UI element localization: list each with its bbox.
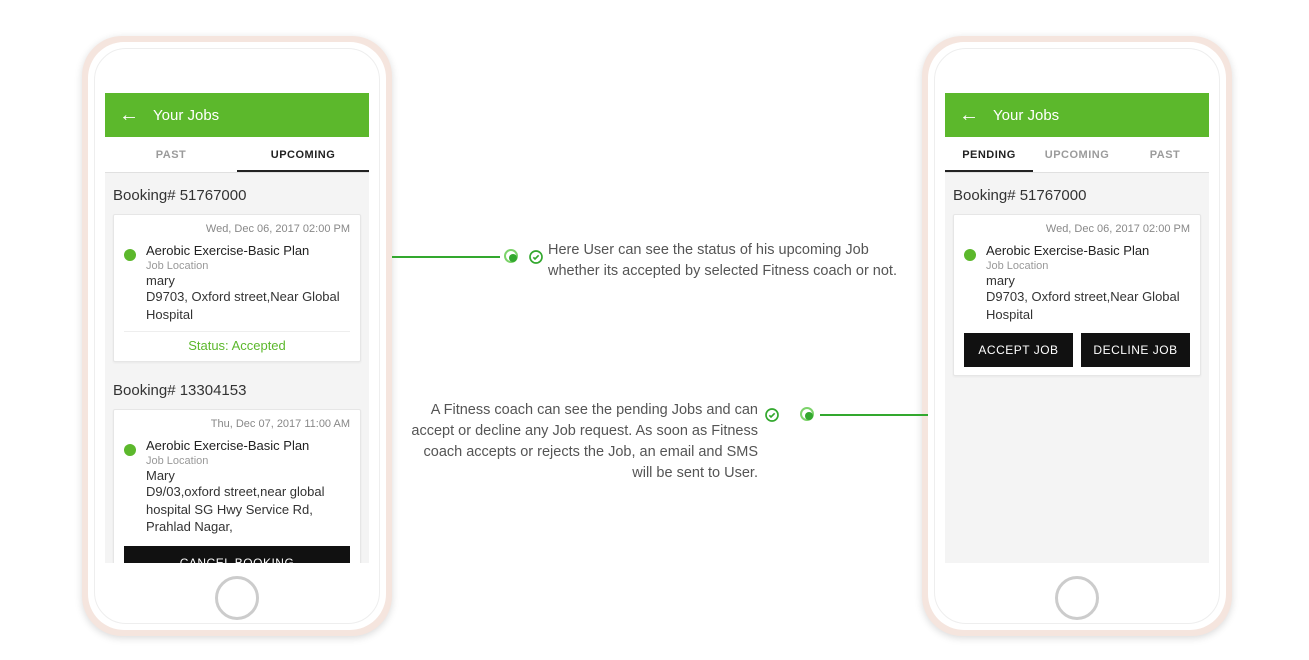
- plan-name: Aerobic Exercise-Basic Plan: [986, 243, 1190, 258]
- booking-header-2: Booking# 13304153: [105, 372, 369, 405]
- screen-right: ← Your Jobs PENDING UPCOMING PAST Bookin…: [945, 93, 1209, 563]
- phone-frame: ← Your Jobs PAST UPCOMING Booking# 51767…: [94, 48, 380, 624]
- location-address: D9/03,oxford street,near global hospital…: [146, 483, 350, 536]
- location-address: D9703, Oxford street,Near Global Hospita…: [146, 288, 350, 323]
- content-right: Booking# 51767000 Wed, Dec 06, 2017 02:0…: [945, 173, 1209, 376]
- home-button[interactable]: [215, 576, 259, 620]
- status-dot-icon: [124, 249, 136, 261]
- tab-past[interactable]: PAST: [105, 137, 237, 172]
- connector-dot-1: [504, 249, 518, 263]
- card-body: Aerobic Exercise-Basic Plan Job Location…: [124, 438, 350, 536]
- content-left: Booking# 51767000 Wed, Dec 06, 2017 02:0…: [105, 173, 369, 563]
- cancel-booking-button[interactable]: CANCEL BOOKING: [124, 546, 350, 563]
- button-row: CANCEL BOOKING: [124, 546, 350, 563]
- appbar: ← Your Jobs: [945, 93, 1209, 137]
- button-row: ACCEPT JOB DECLINE JOB: [964, 333, 1190, 367]
- back-arrow-icon[interactable]: ←: [119, 105, 139, 125]
- booking-card-1: Wed, Dec 06, 2017 02:00 PM Aerobic Exerc…: [113, 214, 361, 362]
- annotation-user-status: Here User can see the status of his upco…: [548, 240, 898, 282]
- location-name: mary: [146, 273, 350, 288]
- plan-name: Aerobic Exercise-Basic Plan: [146, 243, 350, 258]
- location-name: Mary: [146, 468, 350, 483]
- booking-date: Wed, Dec 06, 2017 02:00 PM: [964, 223, 1190, 235]
- location-name: mary: [986, 273, 1190, 288]
- booking-header: Booking# 51767000: [945, 177, 1209, 210]
- appbar: ← Your Jobs: [105, 93, 369, 137]
- tab-past[interactable]: PAST: [1121, 137, 1209, 172]
- appbar-title: Your Jobs: [993, 107, 1059, 124]
- card-info: Aerobic Exercise-Basic Plan Job Location…: [146, 438, 350, 536]
- tabs-right: PENDING UPCOMING PAST: [945, 137, 1209, 173]
- card-body: Aerobic Exercise-Basic Plan Job Location…: [124, 243, 350, 323]
- check-icon: [764, 407, 780, 423]
- tab-pending[interactable]: PENDING: [945, 137, 1033, 172]
- location-label: Job Location: [986, 260, 1190, 272]
- screen-left: ← Your Jobs PAST UPCOMING Booking# 51767…: [105, 93, 369, 563]
- booking-card-2: Thu, Dec 07, 2017 11:00 AM Aerobic Exerc…: [113, 409, 361, 563]
- phone-coach-app: ← Your Jobs PENDING UPCOMING PAST Bookin…: [922, 36, 1232, 636]
- location-address: D9703, Oxford street,Near Global Hospita…: [986, 288, 1190, 323]
- phone-frame: ← Your Jobs PENDING UPCOMING PAST Bookin…: [934, 48, 1220, 624]
- connector-line-1: [392, 256, 500, 258]
- card-body: Aerobic Exercise-Basic Plan Job Location…: [964, 243, 1190, 323]
- card-info: Aerobic Exercise-Basic Plan Job Location…: [146, 243, 350, 323]
- annotation-coach-pending: A Fitness coach can see the pending Jobs…: [408, 400, 758, 484]
- tabs-left: PAST UPCOMING: [105, 137, 369, 173]
- status-dot-icon: [124, 444, 136, 456]
- tab-upcoming[interactable]: UPCOMING: [237, 137, 369, 172]
- status-accepted: Status: Accepted: [124, 331, 350, 353]
- phone-bezel: ← Your Jobs PAST UPCOMING Booking# 51767…: [88, 42, 386, 630]
- phone-bezel: ← Your Jobs PENDING UPCOMING PAST Bookin…: [928, 42, 1226, 630]
- booking-date: Wed, Dec 06, 2017 02:00 PM: [124, 223, 350, 235]
- booking-header-1: Booking# 51767000: [105, 177, 369, 210]
- card-info: Aerobic Exercise-Basic Plan Job Location…: [986, 243, 1190, 323]
- check-icon: [528, 249, 544, 265]
- location-label: Job Location: [146, 455, 350, 467]
- tab-upcoming[interactable]: UPCOMING: [1033, 137, 1121, 172]
- location-label: Job Location: [146, 260, 350, 272]
- plan-name: Aerobic Exercise-Basic Plan: [146, 438, 350, 453]
- decline-job-button[interactable]: DECLINE JOB: [1081, 333, 1190, 367]
- connector-line-2: [820, 414, 928, 416]
- back-arrow-icon[interactable]: ←: [959, 105, 979, 125]
- booking-card: Wed, Dec 06, 2017 02:00 PM Aerobic Exerc…: [953, 214, 1201, 376]
- home-button[interactable]: [1055, 576, 1099, 620]
- connector-dot-2: [800, 407, 814, 421]
- booking-date: Thu, Dec 07, 2017 11:00 AM: [124, 418, 350, 430]
- appbar-title: Your Jobs: [153, 107, 219, 124]
- status-dot-icon: [964, 249, 976, 261]
- accept-job-button[interactable]: ACCEPT JOB: [964, 333, 1073, 367]
- phone-user-app: ← Your Jobs PAST UPCOMING Booking# 51767…: [82, 36, 392, 636]
